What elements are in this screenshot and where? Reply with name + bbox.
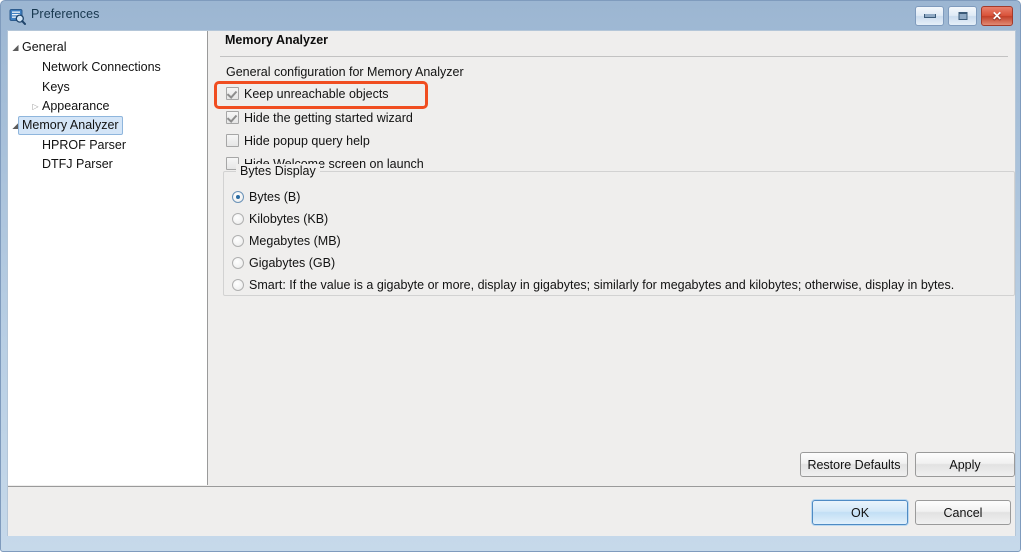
title-bar: Preferences ✕ xyxy=(1,1,1020,31)
page-title: Memory Analyzer xyxy=(225,33,329,47)
bytes-display-group: Bytes Display Bytes (B) Kilobytes (KB) Meg… xyxy=(223,164,1015,296)
chevron-right-icon[interactable]: ▷ xyxy=(30,97,41,116)
checkbox-label: Hide popup query help xyxy=(244,134,370,148)
sidebar-item-label: Network Connections xyxy=(42,60,161,74)
preferences-window: Preferences ✕ ◢ General Network Connection… xyxy=(0,0,1021,552)
sidebar-item-label: DTFJ Parser xyxy=(42,157,113,171)
maximize-button[interactable] xyxy=(948,6,977,26)
window-title: Preferences xyxy=(31,7,100,21)
ok-button[interactable]: OK xyxy=(812,500,908,525)
sidebar-item-label: General xyxy=(22,40,67,54)
checkbox-label: Hide the getting started wizard xyxy=(244,111,413,125)
checkbox-checked-icon[interactable] xyxy=(226,87,239,100)
radio-label: Bytes (B) xyxy=(249,190,301,204)
sidebar-item-label: Appearance xyxy=(42,99,110,113)
radio-label: Kilobytes (KB) xyxy=(249,212,329,226)
radio-label: Gigabytes (GB) xyxy=(249,256,336,270)
radio-unselected-icon[interactable] xyxy=(232,279,244,291)
sidebar-item-label: HPROF Parser xyxy=(42,138,127,152)
preference-page: Memory Analyzer General configuration fo… xyxy=(208,31,1015,485)
radio-label: Smart: If the value is a gigabyte or mor… xyxy=(249,278,955,292)
dialog-client-area: ◢ General Network Connections Keys ▷ Appearan… xyxy=(7,30,1016,536)
sidebar-item-label: Memory Analyzer xyxy=(18,116,123,135)
radio-unselected-icon[interactable] xyxy=(232,257,244,269)
title-divider xyxy=(220,56,1008,57)
checkbox-checked-icon[interactable] xyxy=(226,111,239,124)
radio-unselected-icon[interactable] xyxy=(232,213,244,225)
minimize-button[interactable] xyxy=(915,6,944,26)
radio-selected-icon[interactable] xyxy=(232,191,244,203)
close-button[interactable]: ✕ xyxy=(981,6,1013,26)
cancel-button[interactable]: Cancel xyxy=(915,500,1011,525)
preferences-tree[interactable]: ◢ General Network Connections Keys ▷ Appearan… xyxy=(8,31,208,485)
chevron-down-icon[interactable]: ◢ xyxy=(10,38,21,57)
page-description: General configuration for Memory Analyze… xyxy=(226,65,464,79)
dialog-footer: OK Cancel xyxy=(8,486,1015,535)
maximize-icon xyxy=(958,12,967,20)
minimize-icon xyxy=(923,14,936,18)
restore-defaults-button[interactable]: Restore Defaults xyxy=(800,452,908,477)
sidebar-item-label: Keys xyxy=(42,80,70,94)
checkbox-unchecked-icon[interactable] xyxy=(226,134,239,147)
apply-button[interactable]: Apply xyxy=(915,452,1015,477)
bytes-display-group-title: Bytes Display xyxy=(236,164,320,178)
preferences-search-icon xyxy=(9,8,26,25)
checkbox-label: Keep unreachable objects xyxy=(244,87,389,101)
close-icon: ✕ xyxy=(991,9,1003,23)
radio-unselected-icon[interactable] xyxy=(232,235,244,247)
radio-label: Megabytes (MB) xyxy=(249,234,341,248)
